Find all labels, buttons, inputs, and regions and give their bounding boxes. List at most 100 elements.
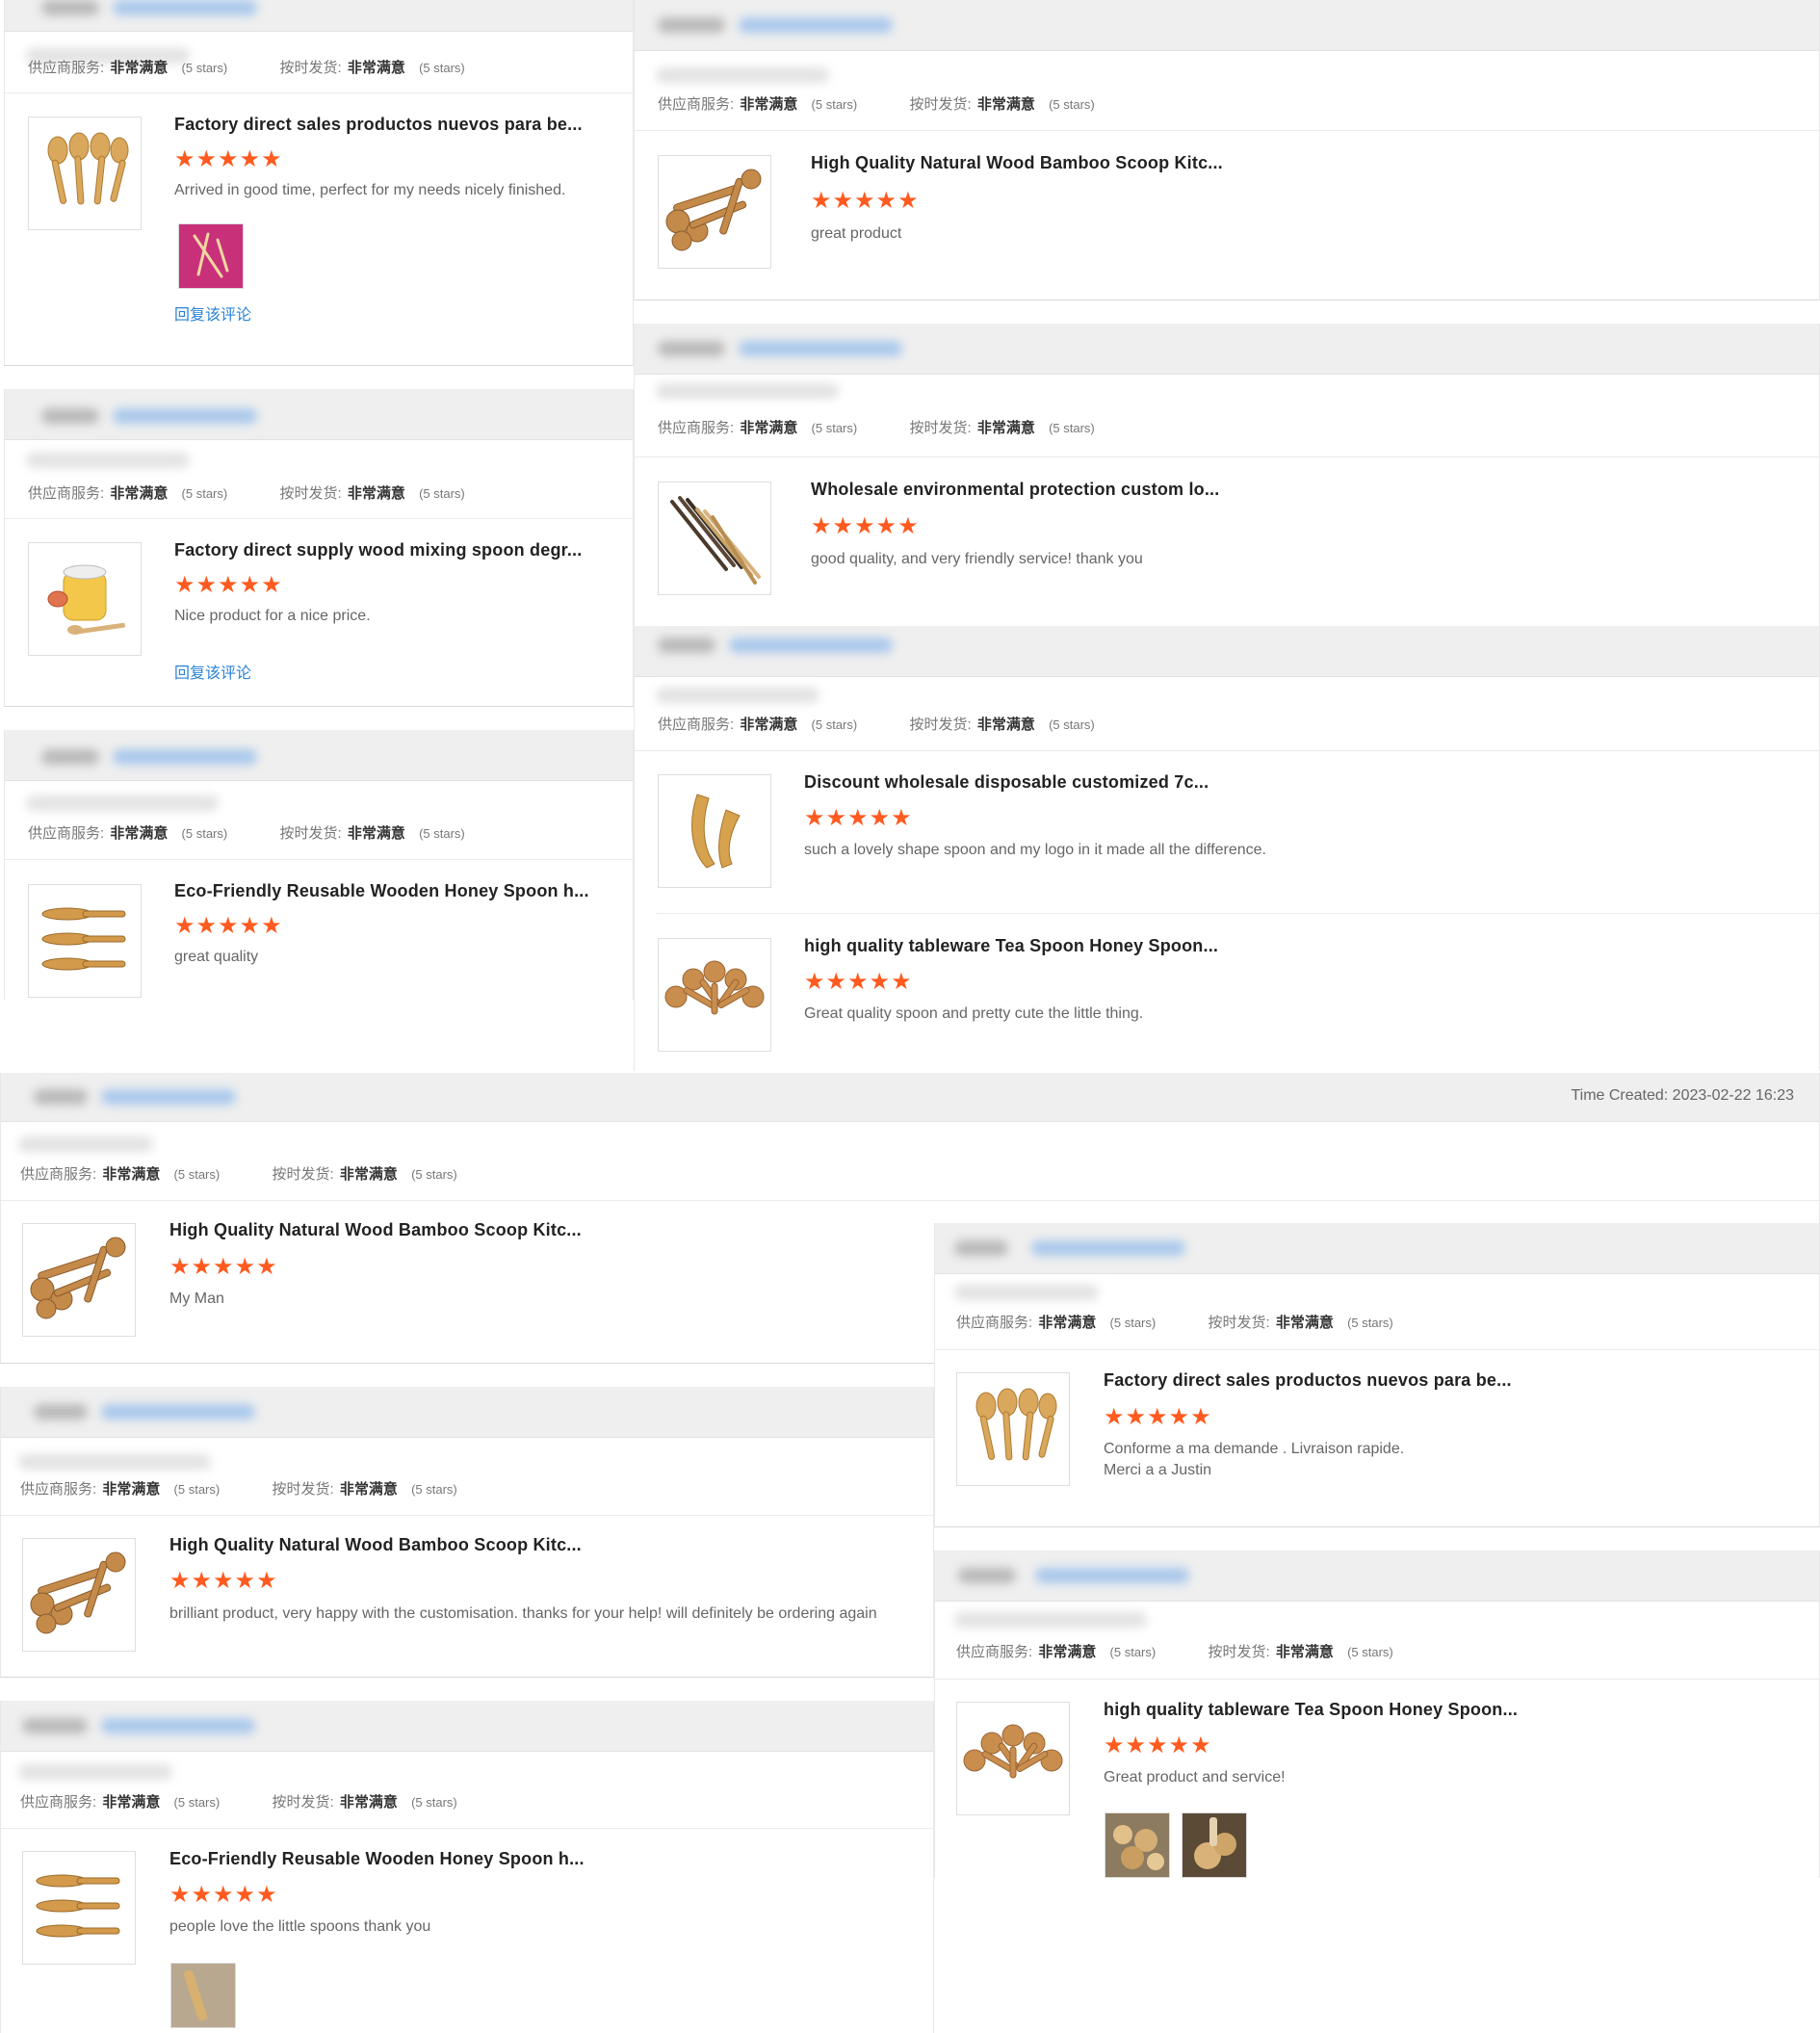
seller-ratings: 供应商服务: 非常满意 (5 stars) 按时发货: 非常满意 (5 star… [20,1166,457,1183]
product-thumbnail[interactable] [28,884,142,998]
product-title[interactable]: Eco-Friendly Reusable Wooden Honey Spoon… [169,1849,585,1869]
reply-link[interactable]: 回复该评论 [174,301,251,325]
review-card: 供应商服务: 非常满意 (5 stars) 按时发货: 非常满意 (5 star… [634,0,1820,300]
seller-ratings: 供应商服务: 非常满意 (5 stars) 按时发货: 非常满意 (5 star… [20,1794,457,1811]
review-card: 供应商服务: 非常满意 (5 stars) 按时发货: 非常满意 (5 star… [0,1701,934,2033]
buyer-avatar-blurred [958,1568,1016,1583]
star-rating: ★★★★★ [169,1254,278,1280]
product-thumbnail[interactable] [22,1223,136,1337]
review-photo-image [1183,1813,1246,1877]
bamboo-spoons-icon [29,117,141,229]
review-header: Time Created: 2023-02-22 16:23 [1,1073,1819,1122]
product-title[interactable]: Discount wholesale disposable customized… [804,772,1209,793]
seller-ratings: 供应商服务: 非常满意 (5 stars) 按时发货: 非常满意 (5 star… [658,96,1095,113]
review-card: 供应商服务: 非常满意 (5 stars) 按时发货: 非常满意 (5 star… [4,389,634,707]
review-comment: Great quality spoon and pretty cute the … [804,1005,1144,1022]
product-title[interactable]: High Quality Natural Wood Bamboo Scoop K… [169,1535,582,1555]
buyer-country-blurred [954,1285,1099,1300]
reply-link[interactable]: 回复该评论 [174,660,251,683]
buyer-name-blurred [1035,1568,1189,1583]
product-thumbnail[interactable] [956,1702,1070,1815]
fan-spoons-icon [957,1703,1069,1814]
buyer-avatar-blurred [34,1089,88,1105]
review-comment: Great product and service! [1104,1769,1286,1785]
review-card: 供应商服务: 非常满意 (5 stars) 按时发货: 非常满意 (5 star… [4,730,634,1000]
review-card: 供应商服务: 非常满意 (5 stars) 按时发货: 非常满意 (5 star… [0,1387,934,1678]
curved-spoons-icon [659,775,770,887]
buyer-name-blurred [1031,1240,1185,1256]
star-rating: ★★★★★ [1104,1404,1212,1430]
review-comment: great quality [174,949,259,965]
product-thumbnail[interactable] [28,542,142,656]
product-thumbnail[interactable] [658,938,771,1052]
buyer-avatar-blurred [41,749,99,765]
review-card: 供应商服务: 非常满意 (5 stars) 按时发货: 非常满意 (5 star… [634,626,1820,913]
review-header [1,1387,933,1438]
review-photo[interactable] [178,223,244,289]
product-thumbnail[interactable] [28,117,142,230]
star-rating: ★★★★★ [804,805,913,831]
review-header [1,1701,933,1752]
buyer-name-blurred [113,0,257,15]
review-header [935,1551,1819,1602]
product-title[interactable]: high quality tableware Tea Spoon Honey S… [804,936,1218,956]
buyer-name-blurred [101,1089,236,1105]
seller-ratings: 供应商服务: 非常满意 (5 stars) 按时发货: 非常满意 (5 star… [20,1481,457,1498]
review-photo[interactable] [1105,1812,1170,1878]
review-photo[interactable] [1182,1812,1247,1878]
buyer-name-blurred [739,341,902,356]
product-thumbnail[interactable] [658,774,771,888]
product-title[interactable]: High Quality Natural Wood Bamboo Scoop K… [169,1220,582,1240]
star-rating: ★★★★★ [804,969,913,995]
buyer-avatar-blurred [22,1718,88,1733]
buyer-avatar-blurred [34,1404,88,1420]
product-thumbnail[interactable] [658,155,771,269]
product-title[interactable]: high quality tableware Tea Spoon Honey S… [1104,1700,1518,1720]
buyer-country-blurred [18,1136,153,1152]
star-rating: ★★★★★ [1104,1733,1212,1759]
review-comment: Nice product for a nice price. [174,608,371,624]
seller-ratings: 供应商服务: 非常满意 (5 stars) 按时发货: 非常满意 (5 star… [956,1644,1393,1660]
product-title[interactable]: Factory direct supply wood mixing spoon … [174,540,582,560]
product-thumbnail[interactable] [658,482,771,595]
buyer-name-blurred [101,1404,255,1420]
chopsticks-icon [659,482,770,594]
time-created: Time Created: 2023-02-22 16:23 [1571,1087,1794,1104]
review-card: high quality tableware Tea Spoon Honey S… [634,913,1820,1071]
review-card: 供应商服务: 非常满意 (5 stars) 按时发货: 非常满意 (5 star… [634,324,1820,626]
review-header [5,389,633,440]
buyer-name-blurred [729,638,893,653]
review-photo[interactable] [170,1963,236,2028]
star-rating: ★★★★★ [174,572,283,598]
review-comment: Conforme a ma demande . Livraison rapide… [1104,1441,1405,1478]
buyer-name-blurred [739,17,893,33]
buyer-avatar-blurred [41,408,99,424]
product-title[interactable]: Factory direct sales productos nuevos pa… [1104,1370,1512,1391]
fan-spoons-icon [659,939,770,1051]
buyer-avatar-blurred [954,1240,1008,1256]
buyer-country-blurred [656,67,829,83]
bamboo-spoons-icon [957,1373,1069,1485]
product-thumbnail[interactable] [956,1372,1070,1486]
buyer-name-blurred [113,749,257,765]
seller-ratings: 供应商服务: 非常满意 (5 stars) 按时发货: 非常满意 (5 star… [956,1315,1393,1331]
review-comment: such a lovely shape spoon and my logo in… [804,842,1266,858]
product-title[interactable]: Wholesale environmental protection custo… [811,480,1219,500]
seller-ratings: 供应商服务: 非常满意 (5 stars) 按时发货: 非常满意 (5 star… [28,60,465,76]
star-rating: ★★★★★ [169,1882,278,1908]
seller-ratings: 供应商服务: 非常满意 (5 stars) 按时发货: 非常满意 (5 star… [658,717,1095,733]
product-title[interactable]: High Quality Natural Wood Bamboo Scoop K… [811,153,1223,173]
review-header [635,626,1819,677]
product-title[interactable]: Eco-Friendly Reusable Wooden Honey Spoon… [174,881,589,901]
star-rating: ★★★★★ [169,1568,278,1594]
product-thumbnail[interactable] [22,1538,136,1652]
review-header [5,730,633,781]
review-comment: Arrived in good time, perfect for my nee… [174,182,566,198]
wood-scoops-icon [23,1224,135,1336]
product-thumbnail[interactable] [22,1851,136,1965]
review-card: 供应商服务: 非常满意 (5 stars) 按时发货: 非常满意 (5 star… [934,1223,1820,1527]
buyer-avatar-blurred [41,0,99,15]
product-title[interactable]: Factory direct sales productos nuevos pa… [174,115,583,135]
buyer-country-blurred [18,1764,172,1780]
wood-scoops-icon [659,156,770,268]
